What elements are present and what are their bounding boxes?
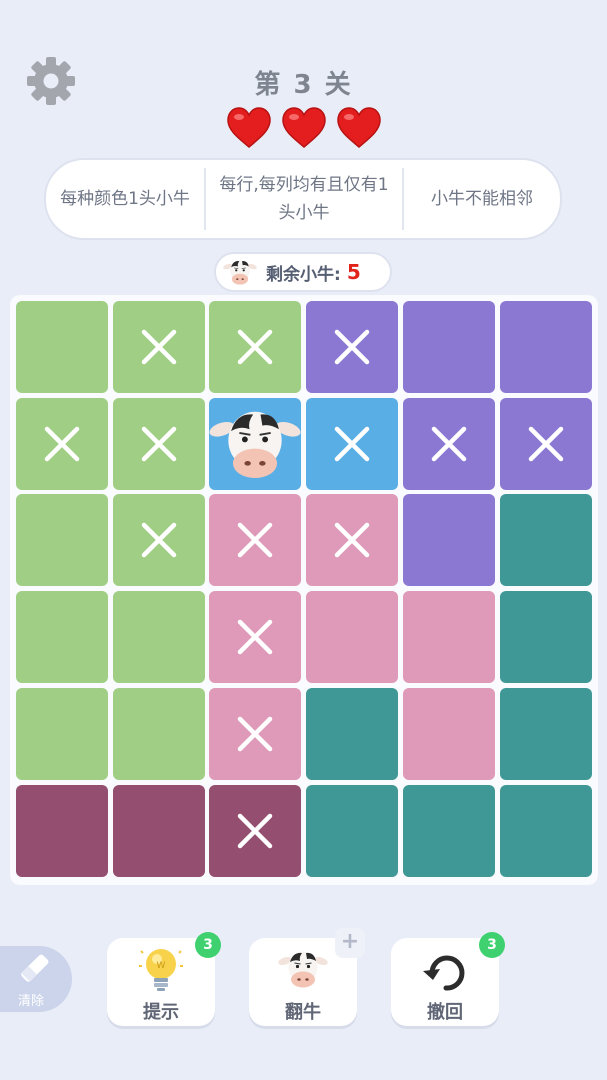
board-cell[interactable] — [499, 784, 592, 877]
rule-one-per-color: 每种颜色1头小牛 — [46, 168, 206, 230]
board-cell[interactable] — [209, 784, 302, 877]
cross-mark-icon — [44, 426, 80, 461]
board-cell[interactable] — [209, 494, 302, 587]
board-cell[interactable] — [306, 301, 399, 393]
cross-mark-icon — [528, 426, 563, 461]
flip-cow-label: 翻牛 — [285, 1002, 321, 1023]
cross-mark-icon — [431, 426, 467, 461]
cross-mark-icon — [238, 619, 273, 655]
cross-mark-icon — [238, 813, 273, 848]
board-cell[interactable] — [112, 591, 205, 684]
cross-mark-icon — [141, 523, 176, 558]
board-cell[interactable] — [16, 301, 108, 393]
rules-panel: 每种颜色1头小牛 每行,每列均有且仅有1头小牛 小牛不能相邻 — [44, 158, 562, 240]
cow-face-icon — [209, 398, 301, 490]
board-cell[interactable] — [209, 301, 302, 393]
board-cell[interactable] — [306, 591, 399, 684]
board-cell[interactable] — [402, 397, 495, 490]
board-cell[interactable] — [499, 397, 592, 490]
board-cell[interactable] — [112, 687, 205, 780]
eraser-button[interactable]: 清除 — [0, 946, 72, 1012]
board-cell[interactable] — [402, 494, 495, 587]
board-cell[interactable] — [112, 301, 205, 393]
level-title: 第 3 关 — [254, 70, 353, 100]
undo-icon — [423, 955, 465, 991]
heart-icon — [337, 107, 381, 148]
cross-mark-icon — [238, 716, 273, 752]
board-cell[interactable] — [402, 784, 495, 877]
board-cell[interactable] — [306, 397, 399, 490]
board-cell[interactable] — [16, 687, 108, 780]
board-cell[interactable] — [402, 301, 495, 393]
board-cell[interactable] — [209, 687, 302, 780]
board-cell[interactable] — [306, 687, 399, 780]
board-cell[interactable] — [499, 687, 592, 780]
add-flip-button[interactable]: + — [335, 928, 365, 958]
lives-indicator — [226, 106, 382, 152]
board-cell[interactable] — [16, 784, 108, 877]
heart-icon — [227, 107, 271, 148]
eraser-label: 清除 — [18, 994, 45, 1009]
board-cell[interactable] — [402, 687, 495, 780]
undo-button[interactable]: 撤回 3 — [391, 932, 505, 1026]
cross-mark-icon — [238, 329, 273, 365]
lightbulb-icon: W — [139, 949, 183, 991]
remaining-counter: 剩余小牛: 5 — [214, 252, 392, 292]
rule-not-adjacent: 小牛不能相邻 — [431, 189, 533, 209]
remaining-count: 5 — [346, 260, 361, 284]
hint-label: 提示 — [143, 1002, 179, 1023]
cow-face-icon — [278, 944, 328, 994]
board-cell[interactable] — [306, 494, 399, 587]
board-cell[interactable] — [16, 397, 108, 490]
board-cell[interactable] — [402, 591, 495, 684]
cross-mark-icon — [334, 329, 370, 365]
board-cell[interactable] — [112, 784, 205, 877]
undo-label: 撤回 — [427, 1002, 463, 1023]
hint-count-badge: 3 — [195, 932, 221, 958]
cross-mark-icon — [141, 426, 176, 461]
board-cell[interactable] — [112, 397, 205, 490]
board-cell[interactable] — [16, 494, 108, 587]
board-cell[interactable] — [209, 397, 302, 490]
cross-mark-icon — [334, 523, 370, 558]
board-cell[interactable] — [209, 591, 302, 684]
cross-mark-icon — [141, 329, 176, 365]
flip-cow-button[interactable]: 翻牛 + — [249, 928, 365, 1026]
remaining-label: 剩余小牛: — [266, 264, 341, 285]
heart-icon — [282, 107, 326, 148]
cross-mark-icon — [238, 523, 273, 558]
board-cell[interactable] — [499, 494, 592, 587]
rule-one-per-row-column: 每行,每列均有且仅有1头小牛 — [206, 168, 404, 230]
game-board — [10, 295, 598, 885]
board-cell[interactable] — [499, 591, 592, 684]
eraser-icon — [21, 954, 49, 982]
cow-face-icon — [222, 255, 258, 289]
board-cell[interactable] — [16, 591, 108, 684]
undo-count-badge: 3 — [479, 932, 505, 958]
svg-text:W: W — [157, 961, 166, 971]
board-cell[interactable] — [499, 301, 592, 393]
cross-mark-icon — [334, 426, 370, 461]
hint-button[interactable]: W 提示 3 — [107, 932, 221, 1026]
board-cell[interactable] — [112, 494, 205, 587]
board-cell[interactable] — [306, 784, 399, 877]
